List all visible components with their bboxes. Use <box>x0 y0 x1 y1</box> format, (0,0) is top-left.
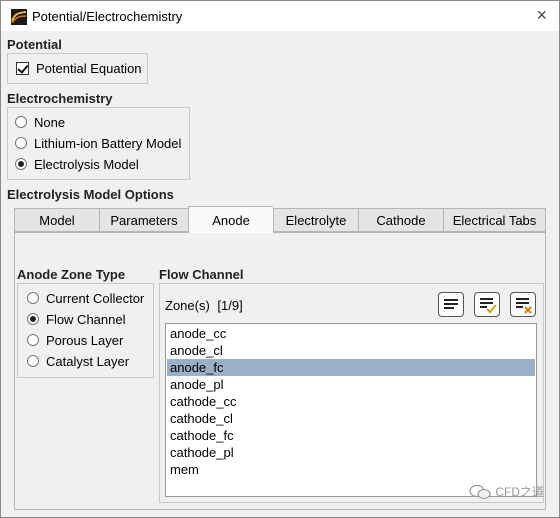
tab-cathode[interactable]: Cathode <box>358 208 443 232</box>
potential-equation-checkbox[interactable]: Potential Equation <box>16 59 142 77</box>
zone-list-item[interactable]: anode_cl <box>167 342 535 359</box>
watermark: CFD之道 <box>469 483 544 500</box>
radio-icon[interactable] <box>27 334 39 346</box>
tab-electrolyte[interactable]: Electrolyte <box>273 208 358 232</box>
select-checked-icon <box>480 298 497 314</box>
deselect-icon <box>516 298 532 314</box>
radio-label: Lithium-ion Battery Model <box>34 135 182 151</box>
radio-icon[interactable] <box>15 116 27 128</box>
radio-porous-layer[interactable]: Porous Layer <box>27 331 123 349</box>
potential-group: Potential Equation <box>7 53 148 84</box>
radio-selected-icon[interactable] <box>15 158 27 170</box>
zone-list-item[interactable]: cathode_cc <box>167 393 535 410</box>
radio-icon[interactable] <box>27 292 39 304</box>
window-title: Potential/Electrochemistry <box>32 9 183 24</box>
zones-listbox[interactable]: anode_cc anode_cl anode_fc anode_pl cath… <box>165 323 537 497</box>
tab-model[interactable]: Model <box>14 208 99 232</box>
radio-electrolysis-model[interactable]: Electrolysis Model <box>15 155 139 173</box>
radio-label: Electrolysis Model <box>34 156 139 172</box>
zones-count: [1/9] <box>217 298 243 313</box>
electrochemistry-group: None Lithium-ion Battery Model Electroly… <box>7 107 190 180</box>
zones-label: Zone(s) [1/9] <box>165 298 243 313</box>
select-all-button[interactable] <box>438 292 464 317</box>
tab-electrical-tabs[interactable]: Electrical Tabs <box>443 208 546 232</box>
tab-anode[interactable]: Anode <box>188 206 273 233</box>
potential-heading: Potential <box>7 37 62 52</box>
radio-flow-channel[interactable]: Flow Channel <box>27 310 126 328</box>
deselect-button[interactable] <box>510 292 536 317</box>
zone-list-item[interactable]: cathode_cl <box>167 410 535 427</box>
flow-channel-heading: Flow Channel <box>159 267 244 282</box>
zone-list-item-selected[interactable]: anode_fc <box>167 359 535 376</box>
radio-label: Porous Layer <box>46 332 124 348</box>
radio-label: Flow Channel <box>46 311 126 327</box>
anode-zone-type-group: Current Collector Flow Channel Porous La… <box>17 283 154 378</box>
zone-list-item[interactable]: anode_cc <box>167 325 535 342</box>
select-all-icon <box>444 299 458 309</box>
radio-lithium-ion-battery-model[interactable]: Lithium-ion Battery Model <box>15 134 181 152</box>
checkbox-checked-icon[interactable] <box>16 61 29 75</box>
potential-equation-label: Potential Equation <box>36 60 142 76</box>
radio-current-collector[interactable]: Current Collector <box>27 289 144 307</box>
wechat-icon <box>469 484 491 499</box>
title-bar: Potential/Electrochemistry × <box>1 1 559 31</box>
close-icon[interactable]: × <box>536 5 547 26</box>
radio-none[interactable]: None <box>15 113 65 131</box>
anode-zone-type-heading: Anode Zone Type <box>17 267 126 282</box>
select-checked-button[interactable] <box>474 292 500 317</box>
radio-label: Catalyst Layer <box>46 353 130 369</box>
zone-list-item[interactable]: cathode_pl <box>167 444 535 461</box>
radio-selected-icon[interactable] <box>27 313 39 325</box>
watermark-text: CFD之道 <box>495 485 544 499</box>
tab-strip: Model Parameters Anode Electrolyte Catho… <box>14 206 546 233</box>
tab-parameters[interactable]: Parameters <box>99 208 188 232</box>
electrochemistry-heading: Electrochemistry <box>7 91 113 106</box>
app-icon <box>11 9 27 25</box>
zones-label-text: Zone(s) <box>165 298 210 313</box>
zone-list-item[interactable]: mem <box>167 461 535 478</box>
radio-catalyst-layer[interactable]: Catalyst Layer <box>27 352 129 370</box>
radio-label: Current Collector <box>46 290 145 306</box>
zone-list-item[interactable]: anode_pl <box>167 376 535 393</box>
zone-list-item[interactable]: cathode_fc <box>167 427 535 444</box>
radio-icon[interactable] <box>27 355 39 367</box>
electrolysis-options-heading: Electrolysis Model Options <box>7 187 174 202</box>
radio-label: None <box>34 114 66 130</box>
radio-icon[interactable] <box>15 137 27 149</box>
